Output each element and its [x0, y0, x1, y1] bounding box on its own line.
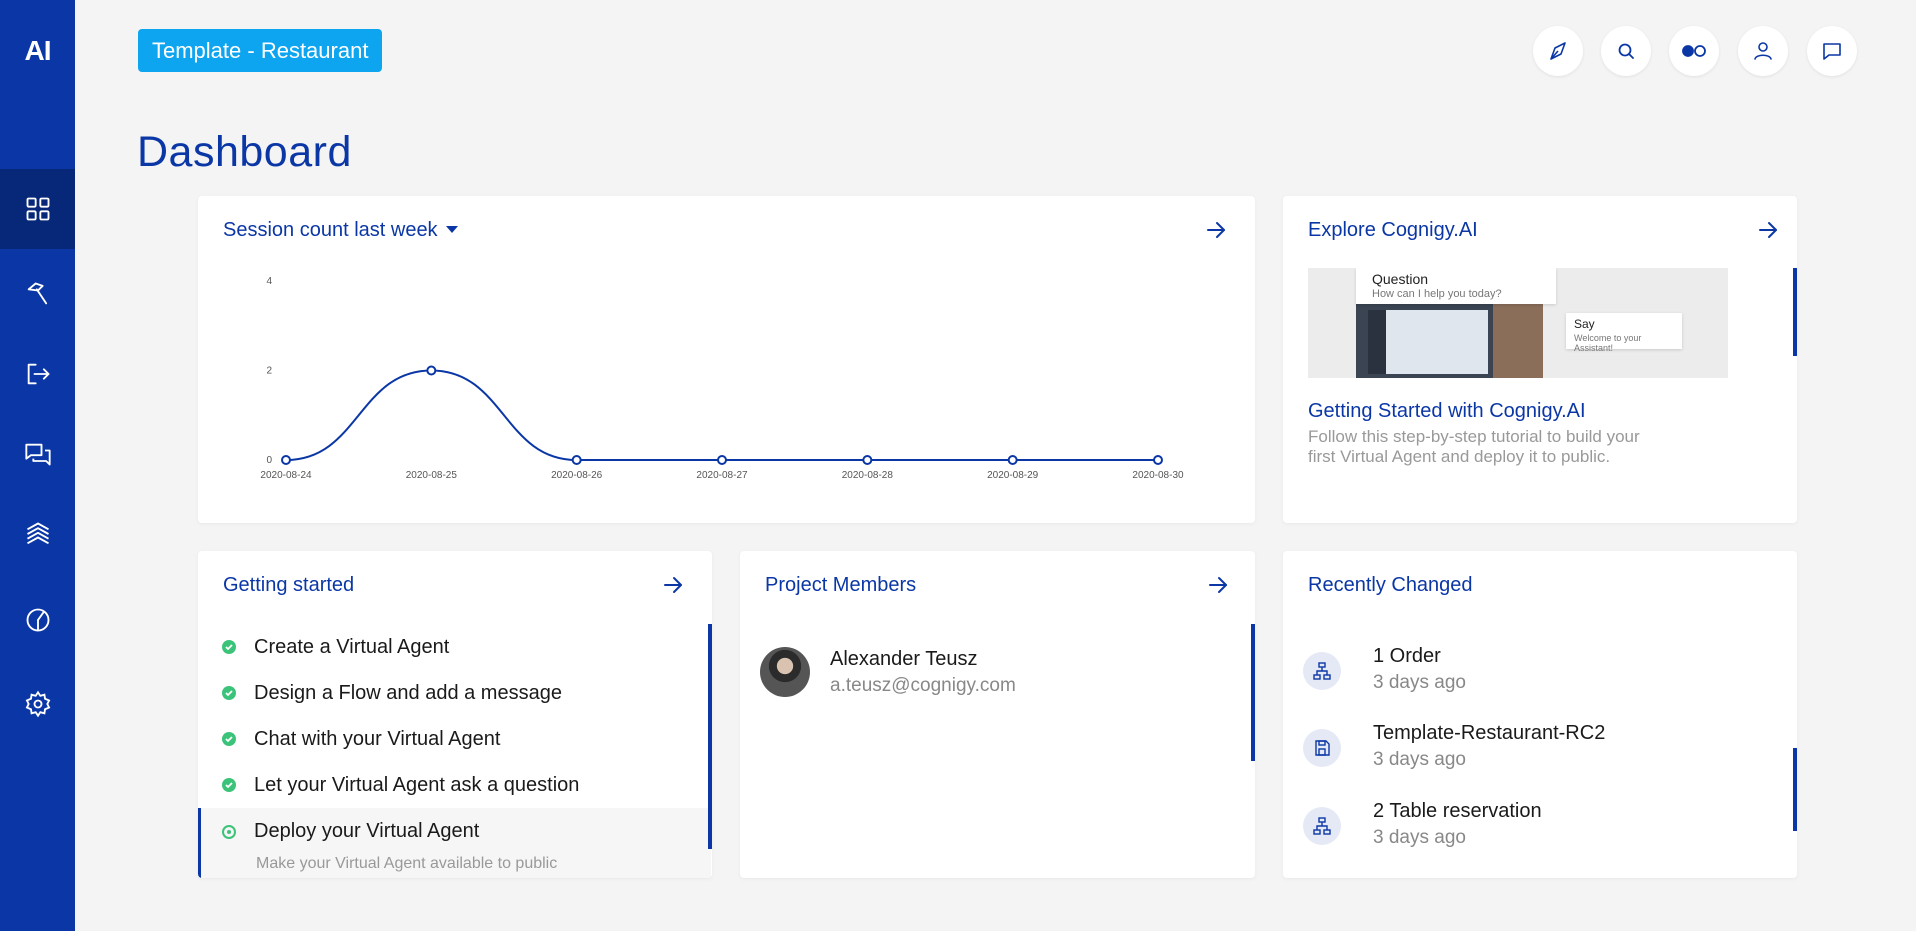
- user-icon: [1754, 42, 1772, 60]
- feedback-button[interactable]: [1807, 26, 1857, 76]
- sidebar-item-chat[interactable]: [0, 414, 75, 494]
- flow-icon: [1303, 807, 1341, 845]
- recent-item-time: 3 days ago: [1373, 749, 1466, 770]
- step-description: Make your Virtual Agent available to pub…: [256, 855, 558, 872]
- y-tick-label: 0: [266, 455, 272, 466]
- explore-card-title: Explore Cognigy.AI: [1308, 219, 1478, 241]
- project-name-badge[interactable]: Template - Restaurant: [138, 29, 383, 72]
- recent-item-name: Template-Restaurant-RC2: [1373, 722, 1606, 744]
- sidebar-item-build[interactable]: [0, 254, 75, 334]
- x-tick-label: 2020-08-27: [696, 470, 748, 481]
- sidebar-item-dashboard[interactable]: [0, 169, 75, 249]
- recent-item-time: 3 days ago: [1373, 827, 1466, 848]
- theme-toggle-button[interactable]: [1669, 26, 1719, 76]
- x-tick-label: 2020-08-24: [260, 470, 312, 481]
- recent-item-name: 1 Order: [1373, 645, 1441, 667]
- grid-icon: [26, 197, 49, 221]
- getting-started-item[interactable]: Create a Virtual Agent: [198, 624, 711, 670]
- x-tick-label: 2020-08-25: [406, 470, 458, 481]
- member-name: Alexander Teusz: [830, 648, 978, 670]
- recent-item-name: 2 Table reservation: [1373, 800, 1542, 822]
- data-point: [571, 455, 582, 465]
- question-node-preview: Question How can I help you today?: [1356, 268, 1556, 304]
- getting-started-title: Getting started: [223, 574, 355, 596]
- scroll-indicator[interactable]: [1251, 624, 1255, 761]
- user-button[interactable]: [1738, 26, 1788, 76]
- hammer-icon: [27, 282, 47, 305]
- x-tick-label: 2020-08-26: [551, 470, 603, 481]
- getting-started-card: Getting started Create a Virtual Agent D…: [198, 551, 712, 878]
- tutorial-thumbnail[interactable]: Question How can I help you today? Say W…: [1308, 268, 1728, 378]
- pie-chart-icon: [26, 608, 49, 632]
- project-members-title: Project Members: [765, 574, 917, 596]
- data-point: [281, 455, 291, 465]
- x-tick-label: 2020-08-29: [987, 470, 1039, 481]
- flow-icon: [1303, 652, 1341, 690]
- data-point: [1007, 455, 1018, 465]
- check-circle-icon: [222, 640, 236, 654]
- data-point: [717, 455, 727, 465]
- getting-started-item[interactable]: Let your Virtual Agent ask a question: [198, 762, 711, 808]
- sidebar: AI: [0, 0, 75, 931]
- compass-icon: [1550, 42, 1566, 60]
- explore-button[interactable]: [1533, 26, 1583, 76]
- deploy-icon: [27, 363, 49, 385]
- search-button[interactable]: [1601, 26, 1651, 76]
- arrow-right-icon[interactable]: [1206, 573, 1230, 597]
- arrow-right-icon[interactable]: [661, 573, 685, 597]
- recently-changed-card: Recently Changed 1 Order 3 days ago Temp…: [1283, 551, 1797, 878]
- y-tick-label: 4: [266, 276, 272, 287]
- scroll-indicator[interactable]: [1793, 268, 1797, 356]
- recent-item-time: 3 days ago: [1373, 672, 1466, 693]
- x-tick-label: 2020-08-28: [842, 470, 894, 481]
- recently-changed-title: Recently Changed: [1308, 574, 1473, 596]
- background-photo: [1493, 302, 1543, 378]
- scroll-indicator[interactable]: [708, 624, 712, 849]
- member-email: a.teusz@cognigy.com: [830, 675, 1016, 696]
- data-point: [1153, 455, 1163, 465]
- chat-bubble-icon: [1823, 43, 1841, 60]
- session-line-chart: 0 2 4 2020-08-24 2020-08-25 2020-08-26 2020-08…: [260, 276, 1184, 481]
- layers-icon: [26, 522, 49, 545]
- session-count-card: Session count last week 0 2 4 2020-08-24 202…: [198, 196, 1255, 523]
- data-point: [426, 365, 437, 376]
- search-icon: [1618, 43, 1634, 59]
- arrow-right-icon[interactable]: [1756, 218, 1780, 242]
- toggle-icon: [1682, 45, 1706, 57]
- explore-card: Explore Cognigy.AI Question How can I he…: [1283, 196, 1797, 523]
- sidebar-item-deploy[interactable]: [0, 334, 75, 414]
- logo[interactable]: AI: [0, 28, 75, 74]
- avatar: [760, 647, 810, 697]
- project-members-card: Project Members Alexander Teusz a.teusz@…: [740, 551, 1255, 878]
- gear-icon: [25, 690, 50, 718]
- laptop-image: [1356, 304, 1496, 378]
- y-tick-label: 2: [266, 366, 272, 377]
- check-circle-icon: [222, 778, 236, 792]
- sidebar-item-analyze[interactable]: [0, 580, 75, 660]
- tutorial-description: Follow this step-by-step tutorial to bui…: [1308, 427, 1640, 466]
- check-circle-icon: [222, 686, 236, 700]
- tutorial-title[interactable]: Getting Started with Cognigy.AI: [1308, 400, 1586, 423]
- chat-icon: [24, 443, 51, 466]
- check-circle-icon: [222, 732, 236, 746]
- page-title: Dashboard: [137, 128, 352, 176]
- sidebar-item-manage[interactable]: [0, 494, 75, 574]
- data-point: [862, 455, 873, 465]
- x-tick-label: 2020-08-30: [1132, 470, 1184, 481]
- scroll-indicator[interactable]: [1793, 748, 1797, 831]
- getting-started-item[interactable]: Chat with your Virtual Agent: [198, 716, 711, 762]
- series-line: [285, 369, 1158, 462]
- sidebar-item-settings[interactable]: [0, 664, 75, 744]
- getting-started-item[interactable]: Design a Flow and add a message: [198, 670, 711, 716]
- say-node-preview: Say Welcome to your Assistant!: [1566, 313, 1682, 353]
- pending-circle-icon: [222, 824, 236, 839]
- getting-started-item-active[interactable]: Deploy your Virtual Agent Make your Virt…: [198, 808, 711, 878]
- save-icon: [1303, 729, 1341, 767]
